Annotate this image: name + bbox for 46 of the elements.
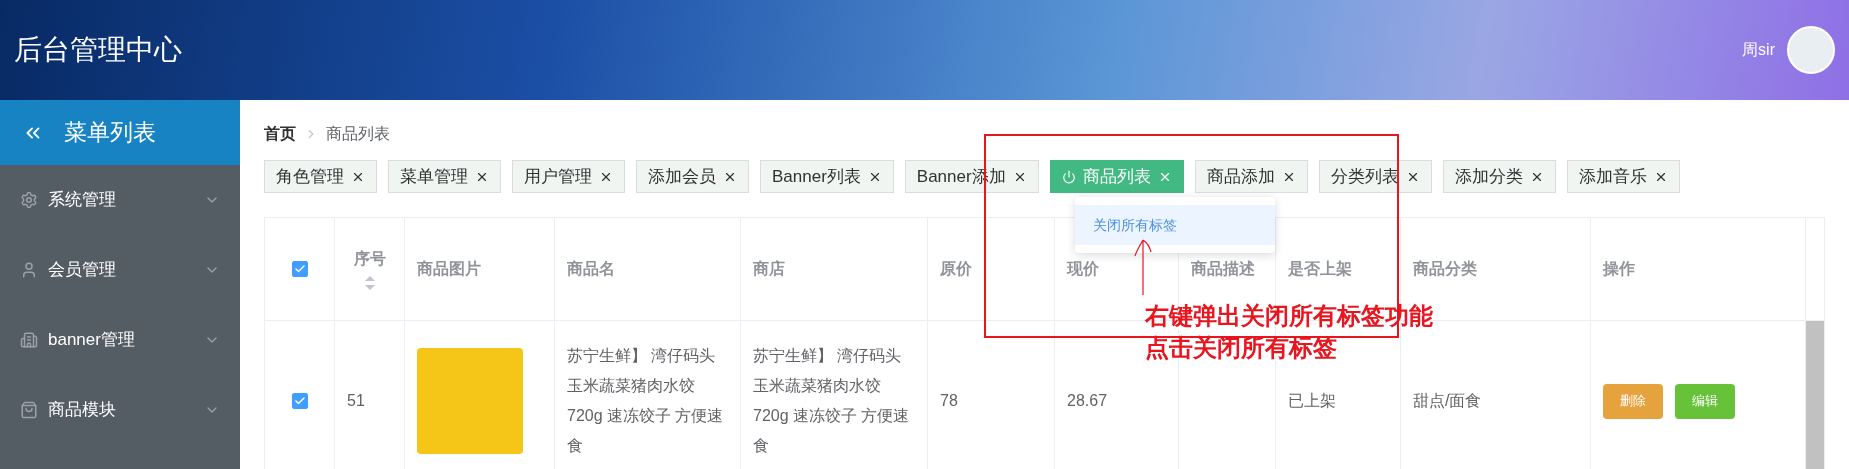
sidebar-title: 菜单列表 xyxy=(64,118,156,148)
tab-tag[interactable]: 角色管理 xyxy=(264,160,377,193)
table-cell-text: 已上架 xyxy=(1288,391,1336,411)
table-cell-text: 51 xyxy=(347,391,365,411)
menu-item-icon xyxy=(20,401,38,419)
menu-item-icon xyxy=(20,191,38,209)
table-cell-text: 28.67 xyxy=(1067,391,1108,411)
column-header: 商品分类 xyxy=(1413,259,1477,279)
breadcrumb-link[interactable]: 首页 xyxy=(264,122,296,146)
table-cell-text: 甜点/面食 xyxy=(1413,391,1482,411)
table-cell-text: 78 xyxy=(940,391,958,411)
column-header: 商店 xyxy=(753,259,785,279)
tab-tag[interactable]: 添加音乐 xyxy=(1566,160,1680,193)
user-name: 周sir xyxy=(1742,40,1775,60)
tab-tag[interactable]: 用户管理 xyxy=(512,160,625,193)
scrollbar[interactable] xyxy=(1806,321,1824,469)
tab-tag[interactable]: 添加会员 xyxy=(636,160,749,193)
column-header: 原价 xyxy=(940,259,972,279)
checkmark-icon xyxy=(293,263,306,275)
power-icon xyxy=(1061,169,1076,184)
breadcrumb-link[interactable]: 商品列表 xyxy=(326,122,390,146)
checkmark-icon xyxy=(293,395,306,407)
menu-item[interactable]: banner管理 xyxy=(0,305,240,375)
table-cell-text: 苏宁生鲜】 湾仔码头玉米蔬菜猪肉水饺720g 速冻饺子 方便速食 xyxy=(567,346,725,456)
menu-item[interactable]: 系统管理 xyxy=(0,165,240,235)
column-header: 序号 xyxy=(353,249,386,269)
column-header: 是否上架 xyxy=(1288,259,1352,279)
tab-tag[interactable]: 分类列表 xyxy=(1318,160,1432,193)
tab-tag[interactable]: 添加分类 xyxy=(1442,160,1556,193)
column-header: 操作 xyxy=(1603,259,1635,279)
menu-item-icon xyxy=(20,261,38,279)
checkbox[interactable] xyxy=(291,393,308,409)
tab-tag[interactable]: Banner列表 xyxy=(760,160,894,193)
menu-item[interactable]: 会员管理 xyxy=(0,235,240,305)
column-header: 商品描述 xyxy=(1191,259,1255,279)
table-cell-text: 苏宁生鲜】 湾仔码头玉米蔬菜猪肉水饺720g 速冻饺子 方便速食 xyxy=(753,346,911,456)
column-header: 商品名 xyxy=(567,259,615,279)
tab-tag[interactable]: 商品添加 xyxy=(1194,160,1308,193)
column-header: 商品图片 xyxy=(417,259,481,279)
avatar[interactable] xyxy=(1787,26,1835,74)
menu-item[interactable]: 商品模块 xyxy=(0,375,240,445)
app-title: 后台管理中心 xyxy=(14,33,182,67)
tab-tag[interactable]: 菜单管理 xyxy=(388,160,501,193)
column-header: 现价 xyxy=(1067,259,1099,279)
menu-item-icon xyxy=(20,331,38,349)
checkbox[interactable] xyxy=(291,261,308,277)
